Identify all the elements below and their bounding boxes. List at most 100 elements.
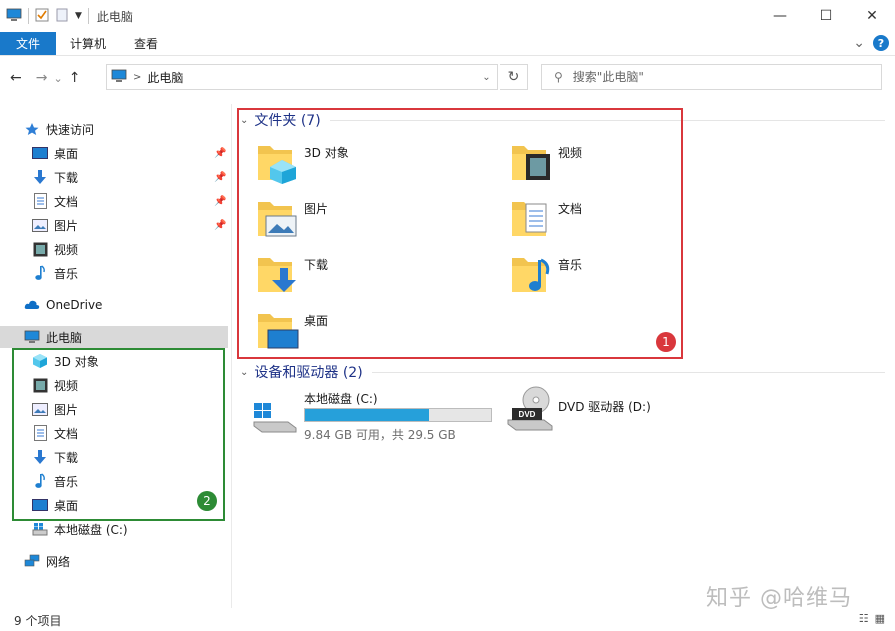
star-icon	[24, 121, 40, 137]
search-box[interactable]: ⚲	[541, 64, 882, 90]
tab-computer[interactable]: 计算机	[56, 32, 120, 55]
dvd-drive-icon: DVD	[507, 386, 553, 431]
properties-icon[interactable]	[35, 8, 49, 25]
network-icon	[24, 553, 40, 569]
chevron-down-icon[interactable]: ⌄	[240, 367, 248, 378]
pictures-icon	[32, 401, 48, 417]
folders-section-header[interactable]: ⌄ 文件夹 (7)	[240, 110, 321, 130]
sidebar-item-label: 下载	[54, 450, 79, 465]
expand-ribbon-icon[interactable]: ⌄	[853, 35, 865, 51]
sidebar-item-desktop[interactable]: 桌面	[32, 494, 78, 516]
annotation-badge-2: 2	[197, 491, 217, 511]
chevron-down-icon[interactable]: ⌄	[240, 115, 248, 126]
folder-label: 音乐	[558, 258, 583, 272]
sidebar-item-this-pc[interactable]: 此电脑	[0, 326, 228, 348]
search-input[interactable]	[572, 70, 853, 84]
sidebar-item-3d-objects[interactable]: 3D 对象	[32, 350, 99, 372]
back-button[interactable]: ←	[10, 70, 22, 86]
folder-downloads[interactable]: 下载	[256, 252, 506, 302]
folder-label: 桌面	[304, 314, 329, 328]
sidebar-item-label: 音乐	[54, 474, 79, 489]
download-folder-icon	[258, 258, 296, 292]
section-divider	[330, 120, 885, 121]
minimize-button[interactable]: —	[757, 0, 803, 32]
pin-icon[interactable]: 📌	[214, 220, 226, 231]
sidebar-item-label: 3D 对象	[54, 354, 99, 369]
folders-section-title: 文件夹 (7)	[254, 113, 321, 129]
title-bar: ▼ 此电脑 — ☐ ✕	[0, 0, 895, 32]
sidebar-item-desktop[interactable]: 桌面 📌	[32, 142, 232, 164]
sidebar-item-onedrive[interactable]: OneDrive	[24, 294, 102, 316]
pin-icon[interactable]: 📌	[214, 148, 226, 159]
folder-documents[interactable]: 文档	[510, 196, 760, 246]
drive-local-disk-c[interactable]: 本地磁盘 (C:) 9.84 GB 可用，共 29.5 GB	[252, 386, 502, 442]
sidebar-item-label: 快速访问	[46, 122, 95, 137]
navigation-pane: 快速访问 桌面 📌 下载 📌 文档 📌 图片 📌 视频 音乐 OneDrive …	[0, 104, 232, 608]
status-item-count: 9 个项目	[14, 614, 62, 628]
large-icons-view-icon[interactable]: ▦	[875, 612, 885, 625]
pin-icon[interactable]: 📌	[214, 196, 226, 207]
sidebar-item-pictures[interactable]: 图片	[32, 398, 78, 420]
toolbar-divider	[28, 8, 29, 24]
section-divider	[372, 372, 885, 373]
sidebar-item-music[interactable]: 音乐	[32, 262, 78, 284]
address-bar[interactable]: > 此电脑 ⌄	[106, 64, 498, 90]
help-icon[interactable]: ?	[873, 35, 889, 51]
local-disk-icon	[32, 521, 48, 537]
window-title: 此电脑	[96, 9, 133, 24]
tab-file[interactable]: 文件	[0, 32, 57, 55]
sidebar-item-pictures[interactable]: 图片 📌	[32, 214, 232, 236]
pin-icon[interactable]: 📌	[214, 172, 226, 183]
close-button[interactable]: ✕	[849, 0, 895, 32]
sidebar-item-network[interactable]: 网络	[24, 550, 70, 572]
sidebar-item-documents[interactable]: 文档 📌	[32, 190, 232, 212]
breadcrumb-this-pc[interactable]: 此电脑	[147, 69, 183, 86]
folder-label: 下载	[304, 258, 329, 272]
address-dropdown-button[interactable]: ⌄	[475, 65, 497, 89]
sidebar-item-label: 本地磁盘 (C:)	[54, 522, 128, 537]
sidebar-item-label: 下载	[54, 170, 79, 185]
devices-section-header[interactable]: ⌄ 设备和驱动器 (2)	[240, 362, 363, 382]
sidebar-item-label: 文档	[54, 426, 79, 441]
documents-folder-icon	[512, 202, 547, 236]
sidebar-item-videos[interactable]: 视频	[32, 238, 78, 260]
sidebar-item-label: 音乐	[54, 266, 79, 281]
drive-dvd-d[interactable]: DVD DVD 驱动器 (D:)	[506, 386, 756, 436]
toolbar-divider	[87, 8, 89, 24]
folder-music[interactable]: 音乐	[510, 252, 760, 302]
chevron-right-icon[interactable]: >	[133, 72, 141, 83]
sidebar-item-documents[interactable]: 文档	[32, 422, 78, 444]
details-view-icon[interactable]: ☷	[859, 612, 869, 625]
computer-icon	[24, 329, 40, 345]
folder-videos[interactable]: 视频	[510, 140, 760, 190]
customize-toolbar-icon[interactable]: ▼	[75, 11, 82, 21]
videos-icon	[32, 377, 48, 393]
sidebar-item-downloads[interactable]: 下载	[32, 446, 78, 468]
desktop-folder-icon	[258, 314, 299, 349]
sidebar-item-label: 视频	[54, 242, 79, 257]
folder-pictures[interactable]: 图片	[256, 196, 506, 246]
drive-free-space: 9.84 GB 可用，共 29.5 GB	[304, 428, 456, 442]
sidebar-item-videos[interactable]: 视频	[32, 374, 78, 396]
sidebar-item-quick-access[interactable]: 快速访问	[24, 118, 94, 140]
drive-usage-fill	[305, 409, 430, 421]
pictures-icon	[32, 217, 48, 233]
sidebar-item-local-disk[interactable]: 本地磁盘 (C:)	[32, 518, 128, 540]
folder-desktop[interactable]: 桌面	[256, 308, 506, 358]
sidebar-item-music[interactable]: 音乐	[32, 470, 78, 492]
maximize-button[interactable]: ☐	[803, 0, 849, 32]
up-button[interactable]: ↑	[69, 70, 81, 86]
tab-view[interactable]: 查看	[120, 32, 172, 55]
sidebar-item-downloads[interactable]: 下载 📌	[32, 166, 232, 188]
svg-text:DVD: DVD	[519, 410, 536, 419]
music-icon	[32, 473, 48, 489]
new-folder-icon[interactable]	[55, 8, 69, 25]
videos-folder-icon	[512, 146, 550, 180]
computer-icon	[6, 8, 22, 25]
quick-access-toolbar: ▼	[6, 8, 89, 25]
folder-3d-objects[interactable]: 3D 对象	[256, 140, 506, 190]
annotation-badge-1: 1	[656, 332, 676, 352]
recent-locations-button[interactable]: ⌄	[53, 72, 62, 85]
forward-button[interactable]: →	[36, 70, 48, 86]
refresh-button[interactable]: ↻	[500, 64, 528, 90]
